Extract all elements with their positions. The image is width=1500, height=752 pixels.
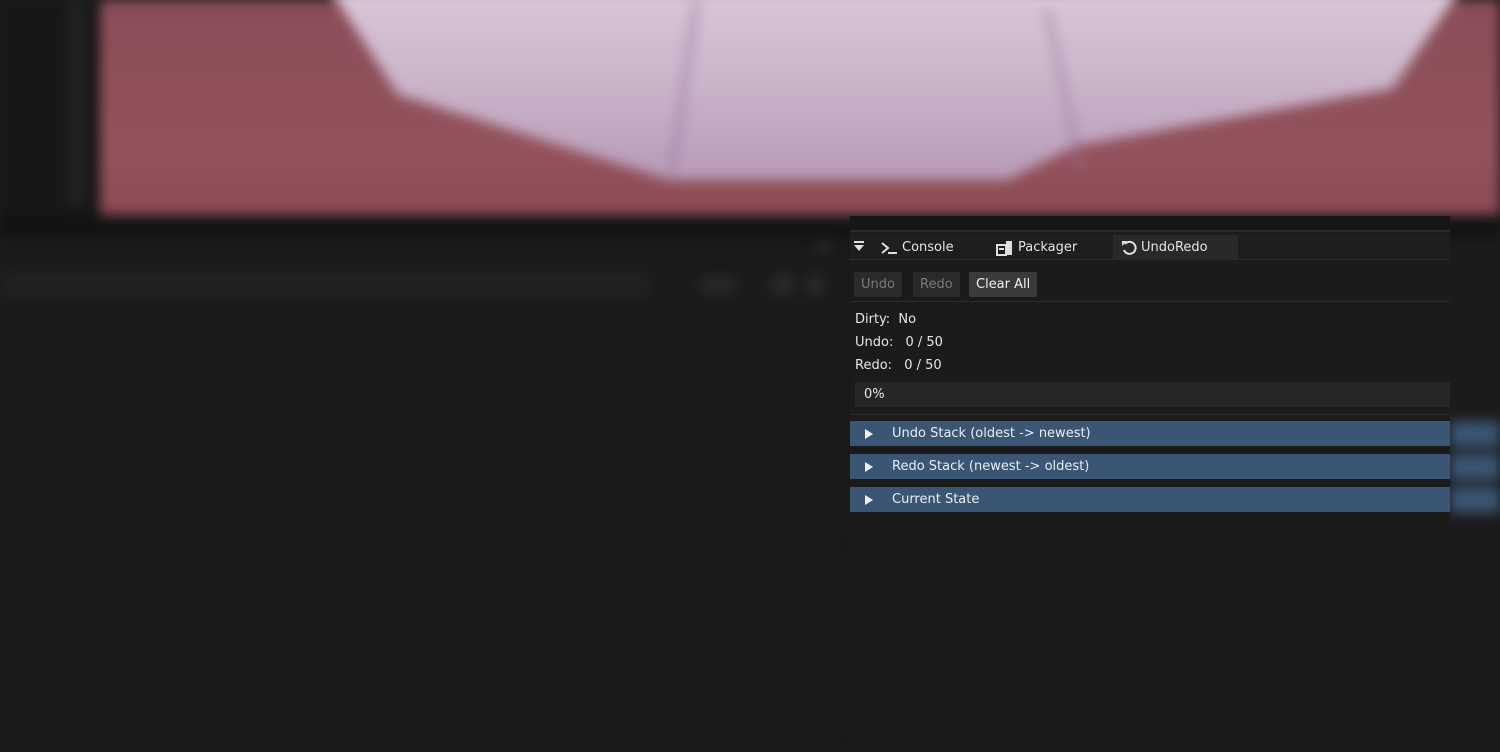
viewport-left-margin [0,0,100,220]
tree-label: Current State [892,492,980,507]
tree-label: Undo Stack (oldest -> newest) [892,426,1091,441]
packager-icon [996,240,1014,256]
tab-label: Console [902,240,954,255]
progress-bar: 0% [855,382,1450,407]
editor-window: Console Packager UndoRedo Undo Redo Clea… [0,0,1500,752]
redo-count: Redo: 0 / 50 [855,358,942,373]
redo-button[interactable]: Redo [913,272,960,297]
dock-tab-bar: Console Packager UndoRedo [850,234,1450,260]
left-panel-control [772,276,794,294]
dock-header-strip [850,216,1450,232]
tab-menu-icon[interactable] [853,239,867,255]
tab-undoredo[interactable]: UndoRedo [1113,235,1238,260]
undo-icon [1121,240,1137,256]
row-extension [1450,487,1500,513]
undo-count: Undo: 0 / 50 [855,335,943,350]
undo-button[interactable]: Undo [854,272,902,297]
row-extension [1450,421,1500,447]
clear-all-button[interactable]: Clear All [969,272,1038,297]
undo-count-label: Undo: [855,335,894,350]
expand-arrow-icon [850,461,892,473]
tree-label: Redo Stack (newest -> oldest) [892,459,1090,474]
tab-label: UndoRedo [1141,240,1208,255]
tree-current-state[interactable]: Current State [850,487,1450,512]
left-panel-control [700,278,736,292]
tab-label: Packager [1018,240,1078,255]
divider [850,414,1450,415]
expand-arrow-icon [850,494,892,506]
undoredo-dock: Console Packager UndoRedo Undo Redo Clea… [850,216,1450,536]
left-panel-toolbar [0,272,650,298]
viewport-left-rail [70,0,84,205]
redo-count-value: 0 / 50 [904,358,942,373]
undo-count-value: 0 / 50 [905,335,943,350]
dirty-value: No [898,312,917,327]
tree-redo-stack[interactable]: Redo Stack (newest -> oldest) [850,454,1450,479]
tree-undo-stack[interactable]: Undo Stack (oldest -> newest) [850,421,1450,446]
terminal-icon [880,241,898,255]
expand-arrow-icon [850,428,892,440]
left-panel [0,237,845,752]
dirty-status: Dirty: No [855,312,916,327]
right-panel-bg [848,537,1500,752]
tab-packager[interactable]: Packager [988,235,1085,260]
close-icon [818,240,830,252]
tab-console[interactable]: Console [872,235,962,260]
row-extension [1450,454,1500,480]
progress-text: 0% [864,387,885,402]
dirty-label: Dirty: [855,312,891,327]
left-panel-control [806,276,824,294]
redo-count-label: Redo: [855,358,893,373]
undoredo-toolbar: Undo Redo Clear All [850,272,1450,302]
